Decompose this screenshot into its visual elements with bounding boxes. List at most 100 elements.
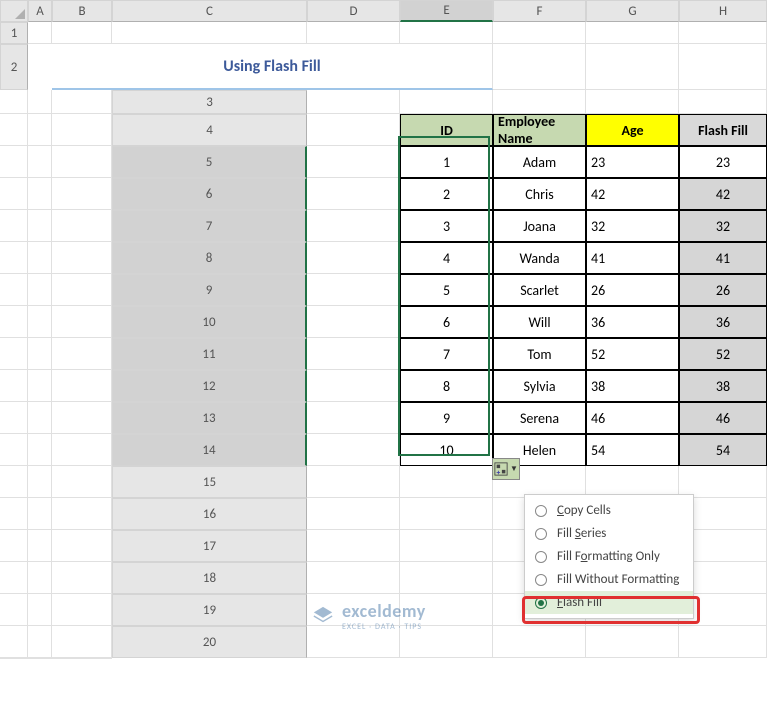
cell[interactable] bbox=[52, 22, 112, 44]
cell[interactable] bbox=[52, 114, 112, 146]
cell[interactable] bbox=[0, 434, 28, 466]
cell[interactable] bbox=[28, 658, 52, 659]
cell[interactable] bbox=[493, 626, 586, 658]
cell-name[interactable]: Joana bbox=[493, 210, 586, 242]
cell[interactable] bbox=[307, 402, 400, 434]
cell-age[interactable]: 42 bbox=[586, 178, 679, 210]
cell[interactable] bbox=[307, 210, 400, 242]
cell-flash-fill[interactable]: 42 bbox=[679, 178, 767, 210]
menu-fill-without-formatting[interactable]: Fill Without Formatting bbox=[525, 568, 693, 591]
cell-id[interactable]: 6 bbox=[400, 306, 493, 338]
cell[interactable] bbox=[28, 370, 52, 402]
row-header-15[interactable]: 15 bbox=[112, 466, 307, 498]
cell-flash-fill[interactable]: 26 bbox=[679, 274, 767, 306]
cell[interactable] bbox=[52, 146, 112, 178]
cell-id[interactable]: 3 bbox=[400, 210, 493, 242]
cell[interactable] bbox=[0, 338, 28, 370]
cell-flash-fill[interactable]: 52 bbox=[679, 338, 767, 370]
cell[interactable] bbox=[0, 498, 28, 530]
row-header-7[interactable]: 7 bbox=[112, 210, 307, 242]
cell-age[interactable]: 36 bbox=[586, 306, 679, 338]
row-header-17[interactable]: 17 bbox=[112, 530, 307, 562]
cell[interactable] bbox=[52, 274, 112, 306]
cell-flash-fill[interactable]: 38 bbox=[679, 370, 767, 402]
cell-id[interactable]: 4 bbox=[400, 242, 493, 274]
cell[interactable] bbox=[400, 530, 493, 562]
cell[interactable] bbox=[400, 466, 493, 498]
cell-age[interactable]: 54 bbox=[586, 434, 679, 466]
cell[interactable] bbox=[28, 594, 52, 626]
cell[interactable] bbox=[28, 114, 52, 146]
cell[interactable] bbox=[400, 562, 493, 594]
cell[interactable] bbox=[0, 658, 28, 659]
row-header-4[interactable]: 4 bbox=[112, 114, 307, 146]
cell[interactable] bbox=[400, 22, 493, 44]
row-header-16[interactable]: 16 bbox=[112, 498, 307, 530]
cell[interactable] bbox=[307, 114, 400, 146]
cell-age[interactable]: 52 bbox=[586, 338, 679, 370]
cell[interactable] bbox=[307, 370, 400, 402]
cell[interactable] bbox=[52, 210, 112, 242]
cell[interactable] bbox=[52, 498, 112, 530]
cell[interactable] bbox=[0, 402, 28, 434]
cell[interactable] bbox=[0, 146, 28, 178]
cell[interactable] bbox=[52, 562, 112, 594]
cell-id[interactable]: 10 bbox=[400, 434, 493, 466]
col-header-F[interactable]: F bbox=[493, 0, 586, 22]
cell[interactable] bbox=[307, 562, 400, 594]
cell[interactable] bbox=[28, 146, 52, 178]
cell[interactable] bbox=[52, 370, 112, 402]
cell[interactable] bbox=[28, 626, 52, 658]
cell[interactable] bbox=[28, 434, 52, 466]
cell[interactable] bbox=[679, 22, 767, 44]
cell[interactable] bbox=[307, 498, 400, 530]
menu-fill-series[interactable]: Fill Series bbox=[525, 522, 693, 545]
cell[interactable] bbox=[307, 466, 400, 498]
cell[interactable] bbox=[586, 44, 679, 90]
menu-flash-fill[interactable]: Flash Fill bbox=[525, 591, 693, 614]
cell-name[interactable]: Tom bbox=[493, 338, 586, 370]
cell[interactable] bbox=[307, 90, 400, 114]
cell[interactable] bbox=[112, 22, 307, 44]
cell-name[interactable]: Will bbox=[493, 306, 586, 338]
cell[interactable] bbox=[28, 498, 52, 530]
col-header-C[interactable]: C bbox=[112, 0, 307, 22]
cell[interactable] bbox=[52, 402, 112, 434]
cell[interactable] bbox=[307, 274, 400, 306]
cell-name[interactable]: Chris bbox=[493, 178, 586, 210]
cell-id[interactable]: 2 bbox=[400, 178, 493, 210]
cell[interactable] bbox=[52, 178, 112, 210]
cell-id[interactable]: 8 bbox=[400, 370, 493, 402]
cell-flash-fill[interactable]: 41 bbox=[679, 242, 767, 274]
col-header-B[interactable]: B bbox=[52, 0, 112, 22]
row-header-8[interactable]: 8 bbox=[112, 242, 307, 274]
row-header-2[interactable]: 2 bbox=[0, 44, 28, 90]
cell[interactable] bbox=[0, 594, 28, 626]
col-header-D[interactable]: D bbox=[307, 0, 400, 22]
cell[interactable] bbox=[307, 530, 400, 562]
cell-name[interactable]: Scarlet bbox=[493, 274, 586, 306]
cell[interactable] bbox=[493, 22, 586, 44]
row-header-13[interactable]: 13 bbox=[112, 402, 307, 434]
cell-name[interactable]: Sylvia bbox=[493, 370, 586, 402]
cell[interactable] bbox=[679, 626, 767, 658]
cell[interactable] bbox=[0, 90, 28, 114]
cell[interactable] bbox=[493, 90, 586, 114]
cell[interactable] bbox=[0, 466, 28, 498]
cell[interactable] bbox=[52, 338, 112, 370]
col-header-H[interactable]: H bbox=[679, 0, 767, 22]
cell-flash-fill[interactable]: 36 bbox=[679, 306, 767, 338]
cell-id[interactable]: 7 bbox=[400, 338, 493, 370]
cell-age[interactable]: 41 bbox=[586, 242, 679, 274]
menu-copy-cells[interactable]: Copy Cells bbox=[525, 499, 693, 522]
cell[interactable] bbox=[28, 530, 52, 562]
cell[interactable] bbox=[0, 210, 28, 242]
cell[interactable] bbox=[28, 210, 52, 242]
cell[interactable] bbox=[307, 22, 400, 44]
cell[interactable] bbox=[307, 434, 400, 466]
cell[interactable] bbox=[0, 274, 28, 306]
cell[interactable] bbox=[307, 338, 400, 370]
cell-name[interactable]: Adam bbox=[493, 146, 586, 178]
row-header-19[interactable]: 19 bbox=[112, 594, 307, 626]
cell[interactable] bbox=[679, 90, 767, 114]
